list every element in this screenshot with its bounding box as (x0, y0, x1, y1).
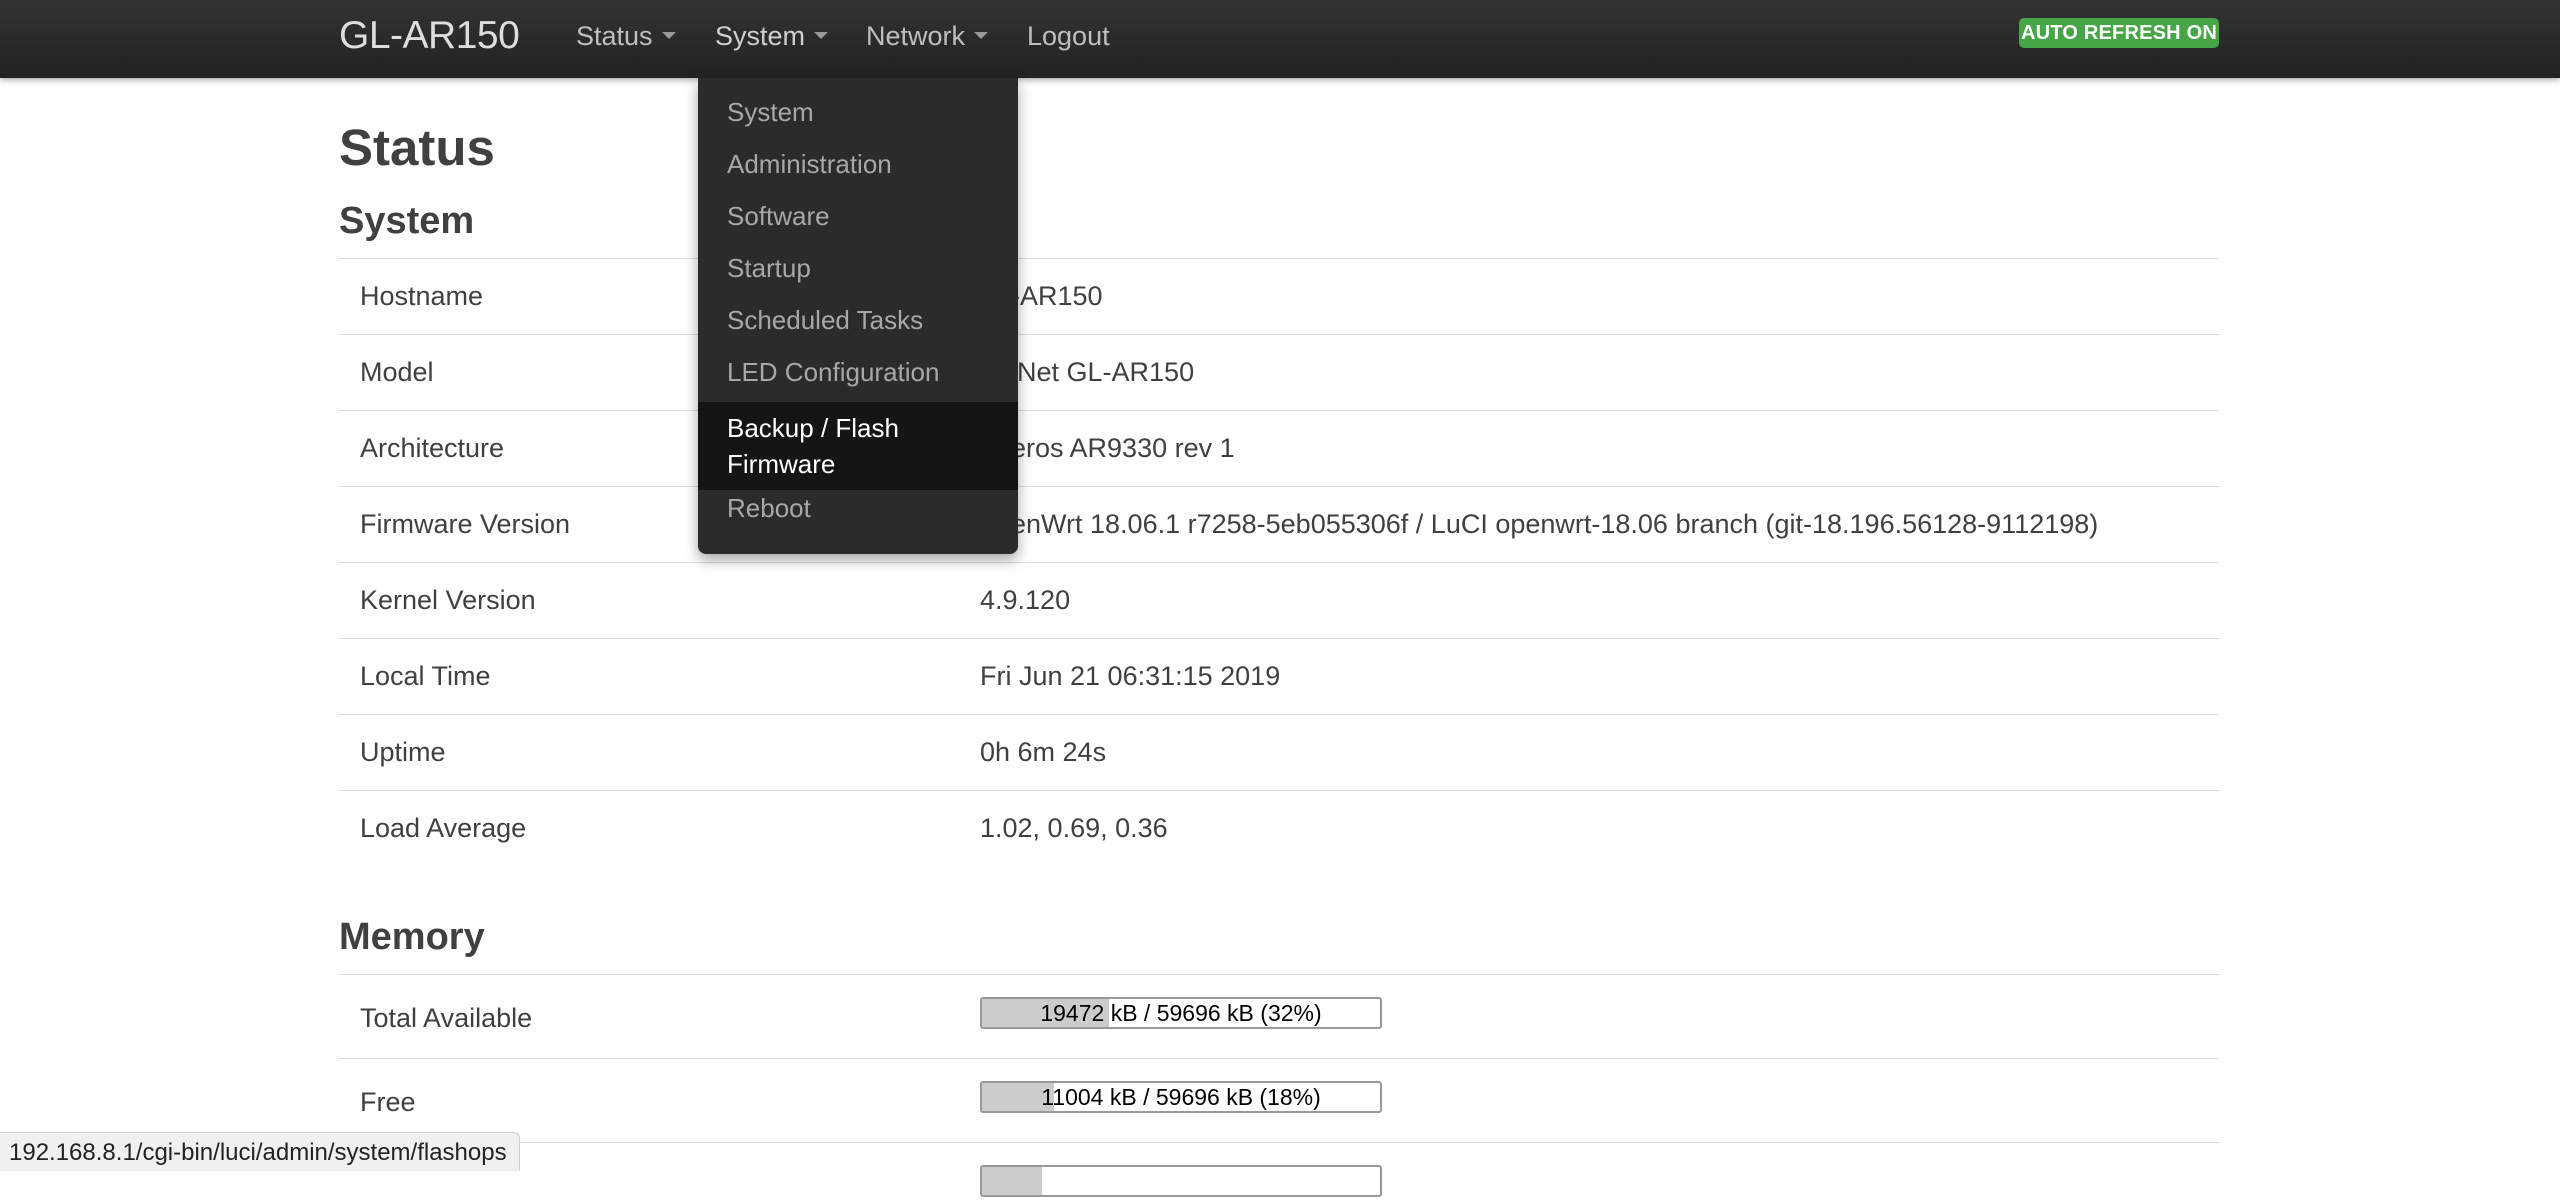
row-value: 1.02, 0.69, 0.36 (980, 813, 1168, 843)
table-row (339, 1142, 2219, 1202)
progress-text: 11004 kB / 59696 kB (18%) (1041, 1084, 1321, 1110)
progress-fill (982, 1167, 1042, 1195)
memory-total-progress-bar: 19472 kB / 59696 kB (32%) (980, 997, 1382, 1029)
row-label: Hostname (360, 281, 484, 311)
memory-free-progress-bar: 11004 kB / 59696 kB (18%) (980, 1081, 1382, 1113)
row-value: Fri Jun 21 06:31:15 2019 (980, 661, 1281, 691)
progress-text: 19472 kB / 59696 kB (32%) (1040, 1000, 1322, 1026)
nav-menu-network-label: Network (866, 21, 966, 51)
top-navbar: GL-AR150 Status System Network Logout AU… (0, 0, 2560, 78)
nav-logout-label: Logout (1027, 21, 1110, 51)
dropdown-item-system[interactable]: System (698, 94, 1018, 130)
row-label: Local Time (360, 661, 491, 691)
row-value: 0h 6m 24s (980, 737, 1107, 767)
section-title-system: System (339, 200, 475, 242)
auto-refresh-toggle[interactable]: AUTO REFRESH ON (2019, 18, 2219, 48)
nav-menu-system[interactable]: System (715, 0, 829, 72)
row-label: Architecture (360, 433, 505, 463)
row-label: Model (360, 357, 434, 387)
table-row: Load Average 1.02, 0.69, 0.36 (339, 790, 2219, 866)
dropdown-item-backup-flash-firmware[interactable]: Backup / Flash Firmware (698, 402, 1018, 490)
system-dropdown-menu: System Administration Software Startup S… (698, 78, 1018, 554)
dropdown-item-startup[interactable]: Startup (698, 250, 1018, 286)
row-label: Uptime (360, 737, 446, 767)
nav-menu-status-label: Status (576, 21, 653, 51)
caret-down-icon (974, 32, 989, 40)
page-title: Status (339, 119, 495, 176)
row-label: Load Average (360, 813, 527, 843)
table-row: Uptime 0h 6m 24s (339, 714, 2219, 790)
dropdown-item-administration[interactable]: Administration (698, 146, 1018, 182)
row-label: Firmware Version (360, 509, 571, 539)
nav-menu-status[interactable]: Status (576, 0, 676, 72)
section-title-memory: Memory (339, 916, 485, 958)
dropdown-item-reboot[interactable]: Reboot (698, 490, 1018, 526)
dropdown-item-scheduled-tasks[interactable]: Scheduled Tasks (698, 302, 1018, 338)
row-label: Total Available (360, 1003, 533, 1033)
row-value: iNet GL-AR150 (1011, 357, 1195, 387)
table-row: Free 11004 kB / 59696 kB (18%) (339, 1058, 2219, 1142)
table-row: Architecture eros AR9330 rev 1 (339, 410, 2219, 486)
nav-menu-system-label: System (715, 21, 806, 51)
nav-menu-network[interactable]: Network (866, 0, 989, 72)
table-row: Total Available 19472 kB / 59696 kB (32%… (339, 974, 2219, 1058)
row-label: Kernel Version (360, 585, 536, 615)
row-value: eros AR9330 rev 1 (1011, 433, 1235, 463)
dropdown-item-led-configuration[interactable]: LED Configuration (698, 354, 1018, 390)
table-row: Hostname -AR150 (339, 258, 2219, 334)
nav-logout-link[interactable]: Logout (1027, 0, 1110, 72)
row-value: 4.9.120 (980, 585, 1071, 615)
link-preview-statusbar: 192.168.8.1/cgi-bin/luci/admin/system/fl… (0, 1132, 520, 1171)
row-label: Free (360, 1087, 416, 1117)
table-row: Model iNet GL-AR150 (339, 334, 2219, 410)
brand-logo[interactable]: GL-AR150 (339, 0, 520, 72)
row-value: enWrt 18.06.1 r7258-5eb055306f / LuCI op… (1011, 509, 2099, 539)
table-row: Local Time Fri Jun 21 06:31:15 2019 (339, 638, 2219, 714)
caret-down-icon (661, 32, 676, 40)
table-row: Kernel Version 4.9.120 (339, 562, 2219, 638)
row-value: -AR150 (1011, 281, 1103, 311)
dropdown-item-software[interactable]: Software (698, 198, 1018, 234)
caret-down-icon (814, 32, 829, 40)
table-row: Firmware Version enWrt 18.06.1 r7258-5eb… (339, 486, 2219, 562)
